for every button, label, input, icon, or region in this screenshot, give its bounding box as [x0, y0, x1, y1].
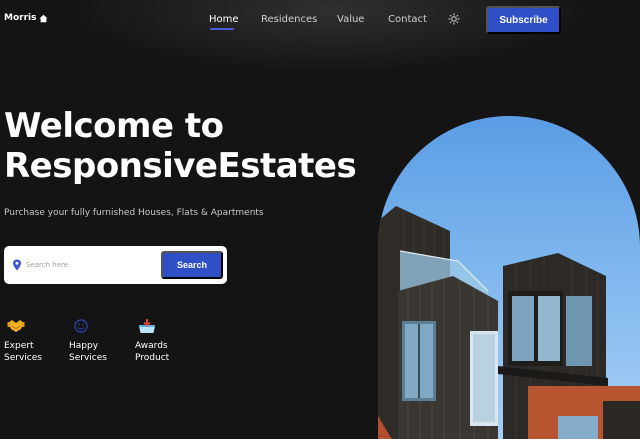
nav-contact[interactable]: Contact: [388, 14, 427, 25]
sun-icon[interactable]: [448, 13, 460, 25]
hero-building-image: [378, 116, 640, 439]
feature-expert-services: Expert Services: [4, 318, 64, 364]
location-pin-icon: [13, 259, 21, 271]
hero-title-line1: Welcome to: [4, 106, 224, 146]
feature-label-line2: Product: [135, 353, 170, 363]
nav-residences[interactable]: Residences: [261, 14, 317, 25]
feature-happy-services: Happy Services: [69, 318, 129, 364]
hero-subtitle: Purchase your fully furnished Houses, Fl…: [4, 208, 264, 218]
handshake-icon: [7, 320, 25, 332]
hero-title: Welcome to ResponsiveEstates: [4, 106, 364, 186]
logo-text: Morris: [4, 13, 37, 23]
feature-label-line1: Awards: [135, 341, 168, 351]
feature-awards-product: Awards Product: [135, 318, 195, 364]
feature-label-line1: Expert: [4, 341, 34, 351]
nav-active-indicator: [210, 28, 234, 30]
home-icon: [40, 14, 48, 22]
feature-label-line2: Services: [69, 353, 107, 363]
feature-label-line2: Services: [4, 353, 42, 363]
smile-icon: [74, 319, 88, 333]
hero-title-line2: ResponsiveEstates: [4, 146, 357, 186]
search-button[interactable]: Search: [161, 251, 223, 279]
nav-value[interactable]: Value: [337, 14, 364, 25]
award-box-icon: [139, 319, 155, 333]
logo[interactable]: Morris: [4, 13, 48, 23]
subscribe-button[interactable]: Subscribe: [486, 6, 561, 34]
search-input[interactable]: [26, 256, 156, 274]
feature-label-line1: Happy: [69, 341, 99, 351]
search-bar: Search: [4, 246, 227, 284]
nav-home[interactable]: Home: [209, 14, 239, 25]
